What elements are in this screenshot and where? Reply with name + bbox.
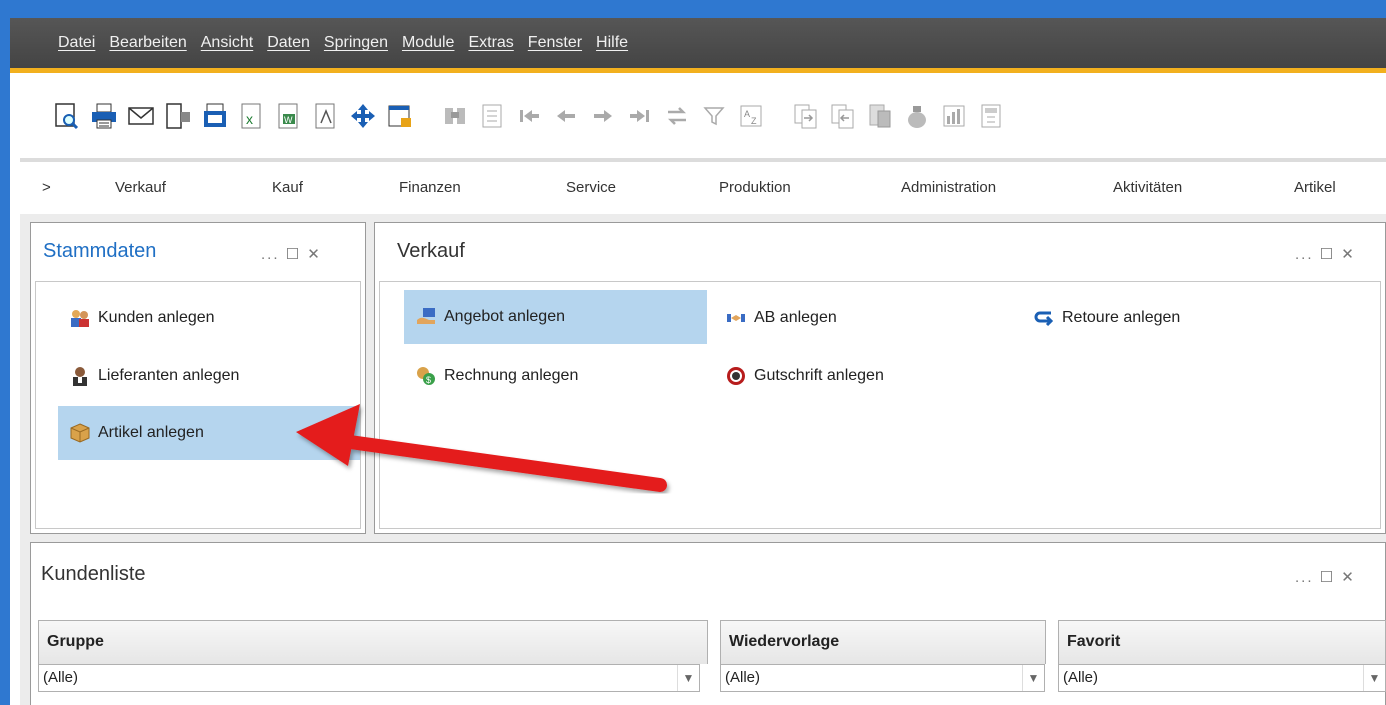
verkauf-item-angebot[interactable]: Angebot anlegen <box>404 290 707 344</box>
modnav-produktion[interactable]: Produktion <box>719 179 791 196</box>
verkauf-item-label: AB anlegen <box>754 309 837 326</box>
credit-note-icon <box>724 364 748 388</box>
svg-text:$: $ <box>426 375 431 385</box>
menu-fenster[interactable]: Fenster <box>528 34 582 52</box>
lock-window-icon[interactable] <box>383 99 417 133</box>
menu-datei[interactable]: Datei <box>58 34 95 52</box>
modnav-finanzen[interactable]: Finanzen <box>399 179 461 196</box>
stammdaten-item-lieferanten[interactable]: Lieferanten anlegen <box>58 354 348 398</box>
kundenliste-window-controls[interactable]: ... ☐ ✕ <box>1295 568 1356 586</box>
filter-header-favorit: Favorit <box>1058 620 1386 664</box>
customers-icon <box>68 306 92 330</box>
document-icon[interactable] <box>863 99 897 133</box>
chart-icon[interactable] <box>937 99 971 133</box>
stammdaten-item-label: Artikel anlegen <box>98 424 204 441</box>
chevron-down-icon[interactable]: ▼ <box>677 665 699 691</box>
toolbar: x W AZ <box>20 73 1386 158</box>
stammdaten-item-label: Lieferanten anlegen <box>98 367 240 384</box>
modnav-administration[interactable]: Administration <box>901 179 996 196</box>
verkauf-item-ab[interactable]: AB anlegen <box>714 296 984 340</box>
menu-module[interactable]: Module <box>402 34 454 52</box>
window-frame-left <box>0 0 10 705</box>
chevron-down-icon[interactable]: ▼ <box>1022 665 1044 691</box>
stammdaten-title: Stammdaten <box>43 240 157 262</box>
copy-from-icon[interactable] <box>826 99 860 133</box>
verkauf-item-rechnung[interactable]: $ Rechnung anlegen <box>404 354 694 398</box>
verkauf-title: Verkauf <box>397 240 465 262</box>
filter-select-favorit[interactable]: (Alle) ▼ <box>1058 664 1386 692</box>
excel-icon[interactable]: x <box>235 99 269 133</box>
window-frame-top <box>0 0 1386 18</box>
modnav-aktivitaeten[interactable]: Aktivitäten <box>1113 179 1182 196</box>
verkauf-item-retoure[interactable]: Retoure anlegen <box>1022 296 1302 340</box>
invoice-icon: $ <box>414 364 438 388</box>
print-icon[interactable] <box>87 99 121 133</box>
modnav-kauf[interactable]: Kauf <box>272 179 303 196</box>
filter-value: (Alle) <box>1063 669 1099 686</box>
menu-extras[interactable]: Extras <box>468 34 513 52</box>
menu-daten[interactable]: Daten <box>267 34 310 52</box>
return-icon <box>1032 306 1056 330</box>
svg-text:A: A <box>744 109 750 119</box>
money-bag-icon[interactable] <box>900 99 934 133</box>
package-icon <box>68 421 92 445</box>
fax-icon[interactable] <box>198 99 232 133</box>
modnav-verkauf[interactable]: Verkauf <box>115 179 166 196</box>
chevron-down-icon[interactable]: ▼ <box>1363 665 1385 691</box>
find-icon[interactable] <box>438 99 472 133</box>
svg-text:Z: Z <box>751 116 757 126</box>
copy-to-icon[interactable] <box>789 99 823 133</box>
email-icon[interactable] <box>124 99 158 133</box>
filter-select-gruppe[interactable]: (Alle) ▼ <box>38 664 700 692</box>
stammdaten-window-controls[interactable]: ... ☐ ✕ <box>261 245 322 263</box>
filter-header-gruppe: Gruppe <box>38 620 708 664</box>
verkauf-item-label: Rechnung anlegen <box>444 367 579 384</box>
menu-bar: Datei Bearbeiten Ansicht Daten Springen … <box>10 18 1386 68</box>
move-icon[interactable] <box>346 99 380 133</box>
module-navbar: > Verkauf Kauf Finanzen Service Produkti… <box>20 162 1386 214</box>
verkauf-item-label: Retoure anlegen <box>1062 309 1181 326</box>
verkauf-item-label: Angebot anlegen <box>444 308 565 325</box>
pdf-icon[interactable] <box>309 99 343 133</box>
list-icon[interactable] <box>475 99 509 133</box>
stammdaten-item-label: Kunden anlegen <box>98 309 215 326</box>
previous-record-icon[interactable] <box>549 99 583 133</box>
svg-text:x: x <box>246 111 253 127</box>
preview-icon[interactable] <box>50 99 84 133</box>
last-record-icon[interactable] <box>623 99 657 133</box>
offer-icon <box>414 305 438 329</box>
filter-value: (Alle) <box>43 669 79 686</box>
filter-value: (Alle) <box>725 669 761 686</box>
word-icon[interactable]: W <box>272 99 306 133</box>
next-record-icon[interactable] <box>586 99 620 133</box>
order-confirmation-icon <box>724 306 748 330</box>
kundenliste-title: Kundenliste <box>41 563 146 585</box>
stammdaten-item-kunden[interactable]: Kunden anlegen <box>58 296 348 340</box>
export-device-icon[interactable] <box>161 99 195 133</box>
menu-hilfe[interactable]: Hilfe <box>596 34 628 52</box>
verkauf-item-gutschrift[interactable]: Gutschrift anlegen <box>714 354 1004 398</box>
menu-bearbeiten[interactable]: Bearbeiten <box>109 34 186 52</box>
verkauf-item-label: Gutschrift anlegen <box>754 367 884 384</box>
modnav-service[interactable]: Service <box>566 179 616 196</box>
first-record-icon[interactable] <box>512 99 546 133</box>
refresh-icon[interactable] <box>660 99 694 133</box>
svg-text:W: W <box>284 115 293 125</box>
menu-ansicht[interactable]: Ansicht <box>201 34 253 52</box>
verkauf-window-controls[interactable]: ... ☐ ✕ <box>1295 245 1356 263</box>
menu-springen[interactable]: Springen <box>324 34 388 52</box>
filter-icon[interactable] <box>697 99 731 133</box>
sort-icon[interactable]: AZ <box>734 99 768 133</box>
modnav-chevron-icon[interactable]: > <box>42 179 51 196</box>
stammdaten-item-artikel[interactable]: Artikel anlegen <box>58 406 360 460</box>
modnav-artikel[interactable]: Artikel <box>1294 179 1336 196</box>
calculator-icon[interactable] <box>974 99 1008 133</box>
filter-select-wiedervorlage[interactable]: (Alle) ▼ <box>720 664 1045 692</box>
supplier-icon <box>68 364 92 388</box>
filter-header-wiedervorlage: Wiedervorlage <box>720 620 1046 664</box>
